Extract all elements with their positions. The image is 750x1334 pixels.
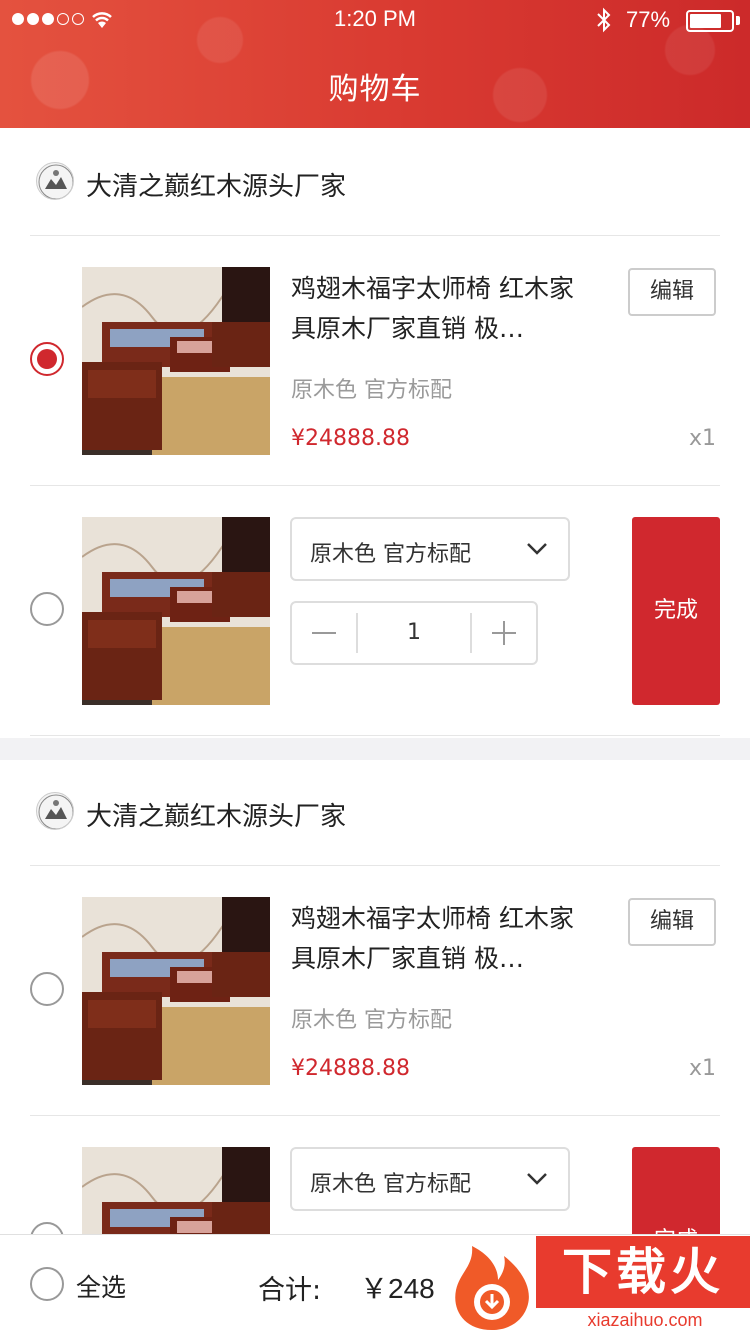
product-thumbnail[interactable] bbox=[82, 267, 270, 455]
product-title[interactable]: 鸡翅木福字太师椅 红木家具原木厂家直销 极… bbox=[291, 269, 591, 349]
chevron-down-icon bbox=[527, 543, 547, 555]
product-quantity: x1 bbox=[688, 426, 716, 451]
product-thumbnail[interactable] bbox=[82, 517, 270, 705]
product-quantity: x1 bbox=[688, 1056, 716, 1081]
app-header: 1:20 PM 77% 购物车 bbox=[0, 0, 750, 128]
total-label: 合计: bbox=[258, 1275, 322, 1306]
flame-logo-icon bbox=[455, 1246, 529, 1330]
group-divider bbox=[0, 738, 750, 760]
product-price: ¥24888.88 bbox=[291, 426, 410, 451]
watermark: 下载火 xiazaihuo.com bbox=[440, 1236, 750, 1334]
edit-button[interactable]: 编辑 bbox=[628, 898, 716, 946]
bluetooth-icon bbox=[597, 7, 611, 33]
store-header[interactable]: 大清之巅红木源头厂家 bbox=[30, 758, 720, 866]
product-price: ¥24888.88 bbox=[291, 1056, 410, 1081]
spec-dropdown[interactable]: 原木色 官方标配 bbox=[290, 517, 570, 581]
increase-quantity-button[interactable] bbox=[472, 603, 536, 663]
done-button[interactable]: 完成 bbox=[632, 517, 720, 705]
item-select-radio[interactable] bbox=[30, 342, 64, 376]
product-spec: 原木色 官方标配 bbox=[291, 1008, 452, 1033]
cart-item-editing: 原木色 官方标配 1 完成 bbox=[30, 486, 720, 736]
product-title[interactable]: 鸡翅木福字太师椅 红木家具原木厂家直销 极… bbox=[291, 899, 591, 979]
store-logo-icon bbox=[36, 792, 74, 830]
cart-item: 鸡翅木福字太师椅 红木家具原木厂家直销 极… 原木色 官方标配 ¥24888.8… bbox=[30, 236, 720, 486]
store-group: 大清之巅红木源头厂家 鸡翅木福字太师椅 红木家具原木厂家直销 极… 原木色 官方… bbox=[0, 128, 750, 738]
page-title: 购物车 bbox=[328, 72, 422, 107]
edit-button[interactable]: 编辑 bbox=[628, 268, 716, 316]
spec-dropdown-value: 原木色 官方标配 bbox=[310, 542, 471, 567]
product-thumbnail[interactable] bbox=[82, 897, 270, 1085]
battery-percentage: 77% bbox=[626, 7, 671, 32]
store-group: 大清之巅红木源头厂家 鸡翅木福字太师椅 红木家具原木厂家直销 极… 原木色 官方… bbox=[0, 758, 750, 1334]
store-name[interactable]: 大清之巅红木源头厂家 bbox=[86, 166, 346, 203]
watermark-text: 下载火 bbox=[536, 1236, 750, 1308]
store-name[interactable]: 大清之巅红木源头厂家 bbox=[86, 796, 346, 833]
store-header[interactable]: 大清之巅红木源头厂家 bbox=[30, 128, 720, 236]
watermark-url: xiazaihuo.com bbox=[587, 1310, 703, 1330]
quantity-value[interactable]: 1 bbox=[356, 613, 472, 653]
quantity-stepper: 1 bbox=[290, 601, 538, 665]
item-select-radio[interactable] bbox=[30, 972, 64, 1006]
item-select-radio[interactable] bbox=[30, 592, 64, 626]
select-all-label[interactable]: 全选 bbox=[76, 1268, 126, 1304]
status-bar: 1:20 PM 77% bbox=[0, 0, 750, 40]
cart-item: 鸡翅木福字太师椅 红木家具原木厂家直销 极… 原木色 官方标配 ¥24888.8… bbox=[30, 866, 720, 1116]
spec-dropdown-value: 原木色 官方标配 bbox=[310, 1172, 471, 1197]
battery-icon bbox=[686, 10, 734, 32]
select-all-radio[interactable] bbox=[30, 1267, 64, 1301]
decrease-quantity-button[interactable] bbox=[292, 603, 356, 663]
product-spec: 原木色 官方标配 bbox=[291, 378, 452, 403]
spec-dropdown[interactable]: 原木色 官方标配 bbox=[290, 1147, 570, 1211]
store-logo-icon bbox=[36, 162, 74, 200]
chevron-down-icon bbox=[527, 1173, 547, 1185]
total-value: ￥248 bbox=[360, 1273, 435, 1304]
